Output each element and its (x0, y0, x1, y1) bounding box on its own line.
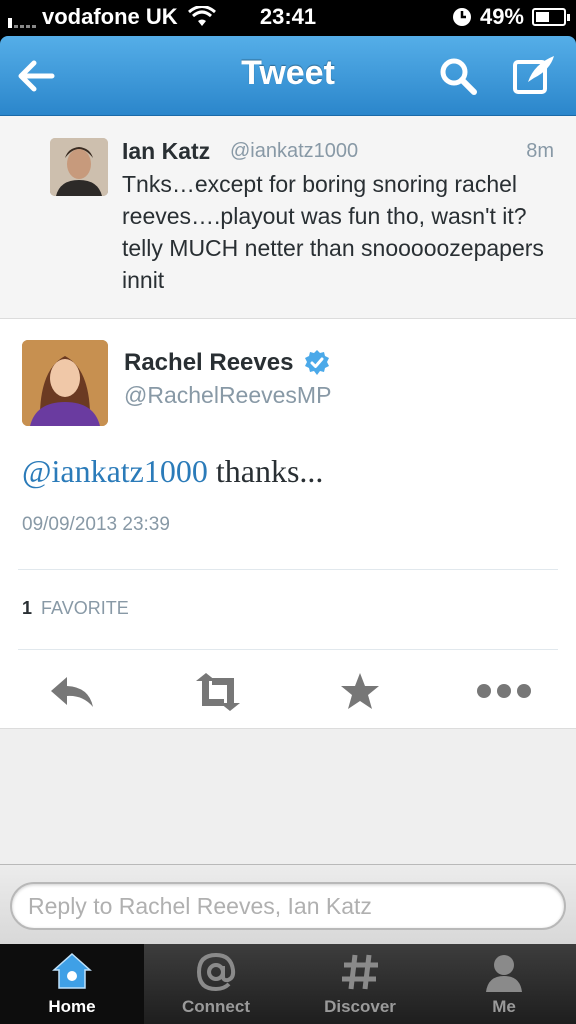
status-bar: vodafone UK 23:41 49% (0, 0, 576, 36)
tweet-body: thanks... (207, 453, 324, 489)
avatar[interactable] (50, 138, 108, 196)
retweet-icon[interactable] (190, 671, 246, 713)
page-title: Tweet (241, 54, 335, 92)
person-icon (486, 955, 522, 992)
tab-label: Home (48, 997, 96, 1016)
tab-label: Connect (182, 997, 250, 1016)
favorite-count-label: FAVORITE (41, 598, 129, 618)
home-icon (52, 952, 92, 989)
tweet-timestamp: 8m (526, 140, 554, 162)
search-icon[interactable] (436, 54, 480, 98)
rotation-lock-icon (452, 8, 471, 26)
verified-badge-icon (305, 350, 330, 375)
tab-me[interactable]: Me (432, 944, 576, 1024)
favorite-count-number: 1 (22, 598, 33, 618)
tweet-detail-content: Ian Katz @iankatz1000 8m Tnks…except for… (0, 116, 576, 864)
battery-fill (536, 12, 549, 22)
at-icon (196, 952, 236, 992)
reply-bar (0, 864, 576, 944)
tab-label: Me (492, 997, 516, 1016)
divider (18, 649, 558, 650)
tweet-text: @iankatz1000 thanks... (22, 453, 323, 490)
tweet-text: Tnks…except for boring snoring rachel re… (122, 171, 544, 293)
more-icon[interactable] (474, 671, 534, 713)
main-tweet: Rachel Reeves @RachelReevesMP @iankatz10… (0, 319, 576, 729)
author-handle[interactable]: @RachelReevesMP (124, 382, 331, 409)
battery-icon (532, 8, 570, 26)
battery-percent: 49% (479, 4, 524, 29)
status-right: 49% (452, 4, 570, 30)
divider (18, 569, 558, 570)
parent-tweet[interactable]: Ian Katz @iankatz1000 8m Tnks…except for… (0, 116, 576, 319)
tab-discover[interactable]: Discover (288, 944, 432, 1024)
favorite-icon[interactable] (336, 671, 386, 713)
hashtag-icon (342, 954, 378, 990)
reply-input[interactable] (10, 882, 566, 930)
navigation-bar: Tweet (0, 36, 576, 116)
author-name[interactable]: Ian Katz (122, 138, 210, 165)
tweet-date: 09/09/2013 23:39 (22, 514, 170, 535)
reply-icon[interactable] (47, 671, 97, 713)
tab-connect[interactable]: Connect (144, 944, 288, 1024)
tab-bar: Home Connect Discover Me (0, 944, 576, 1024)
compose-icon[interactable] (510, 52, 558, 98)
author-name-label: Rachel Reeves (124, 349, 294, 376)
tab-label: Discover (324, 997, 396, 1016)
tab-home[interactable]: Home (0, 944, 144, 1024)
author-name[interactable]: Rachel Reeves (124, 349, 331, 377)
author-handle[interactable]: @iankatz1000 (230, 140, 358, 163)
mention-link[interactable]: @iankatz1000 (22, 453, 208, 489)
favorites-count[interactable]: 1 FAVORITE (22, 598, 129, 619)
avatar[interactable] (22, 340, 108, 426)
